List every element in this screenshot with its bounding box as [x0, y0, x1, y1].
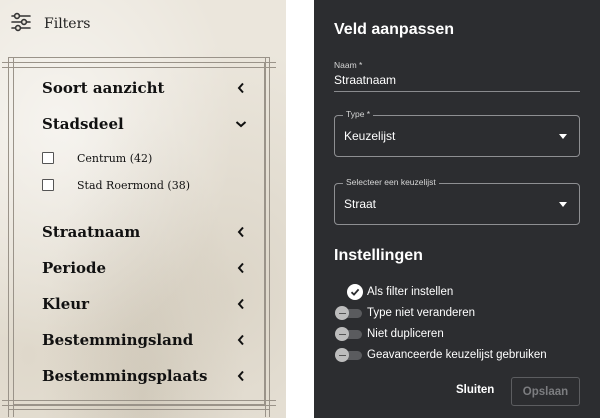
save-button[interactable]: Opslaan: [511, 377, 580, 406]
toggle-knob: [335, 327, 349, 341]
filter-category-label: Periode: [42, 259, 107, 277]
list-select-value: Straat: [344, 197, 377, 211]
filter-category-periode[interactable]: Periode: [42, 256, 247, 280]
chevron-left-icon[interactable]: [235, 298, 247, 310]
dropdown-arrow-icon[interactable]: [559, 134, 567, 139]
filter-category-label: Straatnaam: [42, 223, 141, 241]
list-select-label: Selecteer een keuzelijst: [343, 177, 439, 187]
setting-type-niet-veranderen[interactable]: Type niet veranderen: [335, 305, 475, 321]
filter-category-kleur[interactable]: Kleur: [42, 292, 247, 316]
name-field-label: Naam *: [334, 60, 363, 70]
name-field[interactable]: Straatnaam: [334, 73, 396, 87]
filter-category-label: Kleur: [42, 295, 90, 313]
type-select-value: Keuzelijst: [344, 129, 396, 143]
chevron-left-icon[interactable]: [235, 370, 247, 382]
filter-category-label: Bestemmingsplaats: [42, 367, 208, 385]
edit-field-dialog: Veld aanpassen Naam * Straatnaam Type * …: [314, 0, 600, 418]
filter-category-soort-aanzicht[interactable]: Soort aanzicht: [42, 76, 247, 100]
setting-niet-dupliceren[interactable]: Niet dupliceren: [335, 326, 444, 342]
toggle-switch[interactable]: [335, 306, 362, 320]
settings-title: Instellingen: [334, 247, 423, 264]
frame-line: [8, 57, 9, 417]
chevron-left-icon[interactable]: [235, 82, 247, 94]
filter-category-label: Soort aanzicht: [42, 79, 165, 97]
setting-geavanceerde-keuzelijst[interactable]: Geavanceerde keuzelijst gebruiken: [335, 347, 547, 363]
frame-line: [13, 57, 14, 417]
type-select-label: Type *: [343, 109, 374, 119]
setting-label: Als filter instellen: [367, 286, 454, 298]
dialog-title: Veld aanpassen: [334, 21, 455, 38]
filter-category-bestemmingsland[interactable]: Bestemmingsland: [42, 328, 247, 352]
filters-title: Filters: [44, 16, 91, 32]
setting-als-filter-instellen[interactable]: Als filter instellen: [336, 284, 453, 300]
chevron-left-icon[interactable]: [235, 262, 247, 274]
filter-category-stadsdeel[interactable]: Stadsdeel: [42, 112, 247, 136]
filter-option-centrum[interactable]: Centrum (42): [42, 150, 152, 166]
setting-label: Type niet veranderen: [367, 307, 476, 319]
filter-category-label: Stadsdeel: [42, 115, 124, 133]
checkbox[interactable]: [42, 179, 54, 191]
checkbox[interactable]: [42, 152, 54, 164]
toggle-knob: [335, 348, 349, 362]
type-select[interactable]: Type * Keuzelijst: [334, 109, 580, 157]
filters-header[interactable]: Filters: [10, 12, 91, 36]
frame-line: [265, 57, 266, 417]
filter-option-label: Stad Roermond (38): [77, 178, 190, 192]
filter-option-label: Centrum (42): [77, 151, 153, 165]
sliders-icon[interactable]: [10, 12, 32, 36]
setting-label: Geavanceerde keuzelijst gebruiken: [367, 349, 547, 361]
chevron-down-icon[interactable]: [235, 118, 247, 130]
toggle-switch[interactable]: [335, 348, 362, 362]
filter-category-label: Bestemmingsland: [42, 331, 194, 349]
filters-panel: Filters Soort aanzicht Stadsdeel Centrum…: [0, 0, 286, 418]
close-button[interactable]: Sluiten: [456, 384, 494, 396]
filter-option-stad-roermond[interactable]: Stad Roermond (38): [42, 177, 190, 193]
frame-line: [2, 62, 276, 63]
filter-category-straatnaam[interactable]: Straatnaam: [42, 220, 247, 244]
dropdown-arrow-icon[interactable]: [559, 202, 567, 207]
frame-line: [2, 400, 276, 401]
toggle-knob: [335, 306, 349, 320]
checkbox-checked-icon[interactable]: [347, 284, 363, 300]
filter-category-bestemmingsplaats[interactable]: Bestemmingsplaats: [42, 364, 247, 388]
setting-label: Niet dupliceren: [367, 328, 444, 340]
name-field-underline: [334, 91, 580, 92]
toggle-switch[interactable]: [335, 327, 362, 341]
frame-line: [2, 405, 276, 406]
list-select[interactable]: Selecteer een keuzelijst Straat: [334, 177, 580, 225]
frame-line: [2, 67, 276, 68]
chevron-left-icon[interactable]: [235, 226, 247, 238]
chevron-left-icon[interactable]: [235, 334, 247, 346]
frame-line: [269, 57, 270, 417]
